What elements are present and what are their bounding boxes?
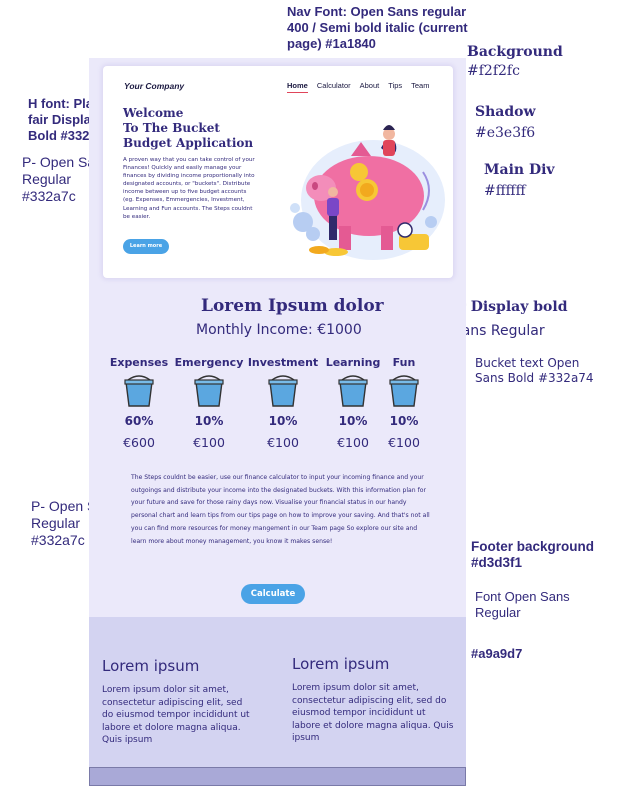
annotation-line: Footer background	[471, 539, 595, 554]
annotation-line: Bucket text Open	[475, 356, 580, 370]
hero-title-line: Welcome	[123, 106, 184, 120]
bucket-amount: €100	[193, 435, 225, 450]
hero-text: A proven way that you can take control o…	[123, 157, 255, 220]
annotation-line: #e3e3f6	[475, 125, 536, 142]
shadow-annotation: Shadow #e3e3f6	[475, 104, 536, 142]
bucket-item: Fun 10% €100	[364, 356, 444, 450]
bucket-text-annotation: Bucket text Open Sans Bold #332a74	[475, 356, 594, 386]
calculate-button[interactable]: Calculate	[241, 584, 305, 604]
description-paragraph: The Steps couldnt be easier, use our fin…	[131, 474, 430, 545]
annotation-line: Shadow	[475, 104, 536, 120]
bucket-icon	[194, 375, 224, 407]
bucket-amount: €100	[267, 435, 299, 450]
main-div-annotation: Main Div #ffffff	[484, 162, 555, 200]
footer-column: Lorem ipsum Lorem ipsum dolor sit amet, …	[102, 657, 250, 747]
bucket-label: Expenses	[109, 356, 169, 369]
bucket-label: Emergency	[174, 356, 244, 369]
annotation-line: Sans Bold #332a74	[475, 371, 594, 385]
bucket-item: Emergency 10% €100	[169, 356, 249, 450]
footer-title: Lorem ipsum	[292, 655, 390, 673]
nav-tips[interactable]: Tips	[388, 81, 402, 93]
background-annotation: Background #f2f2fc	[467, 44, 563, 80]
footer-text: Lorem ipsum dolor sit amet, consectetur …	[102, 685, 250, 745]
bucket-amount: €100	[388, 435, 420, 450]
bucket-item: Investment 10% €100	[243, 356, 323, 450]
bucket-icon	[268, 375, 298, 407]
brand-logo[interactable]: Your Company	[124, 81, 184, 91]
nav-font-annotation: Nav Font: Open Sans regular 400 / Semi b…	[287, 4, 468, 52]
footer-title: Lorem ipsum	[102, 657, 200, 675]
bucket-percent: 60%	[124, 414, 154, 428]
hero-title-line: To The Bucket	[123, 121, 220, 135]
monthly-income: Monthly Income: €1000	[196, 322, 362, 338]
footer-bottom-color-annotation: #a9a9d7	[471, 646, 523, 661]
annotation-line: #d3d3f1	[471, 555, 523, 571]
nav-about[interactable]: About	[360, 81, 380, 93]
hero-card: Your Company Home Calculator About Tips …	[103, 66, 453, 278]
annotation-line: page) #1a1840	[287, 35, 376, 51]
footer: Lorem ipsum Lorem ipsum dolor sit amet, …	[89, 617, 466, 767]
summary-title: Lorem Ipsum dolor	[201, 296, 384, 316]
bucket-icon	[124, 375, 154, 407]
bucket-label: Fun	[392, 356, 416, 369]
annotation-line: Background	[467, 44, 563, 60]
bucket-icon	[389, 375, 419, 407]
footer-text: Lorem ipsum dolor sit amet, consectetur …	[292, 683, 454, 743]
bucket-percent: 10%	[194, 414, 224, 428]
annotation-line: Regular	[475, 604, 521, 620]
bucket-amount: €600	[123, 435, 155, 450]
nav-home[interactable]: Home	[287, 81, 308, 93]
nav-calculator[interactable]: Calculator	[317, 81, 351, 93]
bucket-label: Investment	[247, 356, 319, 369]
bucket-percent: 10%	[389, 414, 419, 428]
annotation-line: Nav Font: Open Sans regular	[287, 4, 467, 19]
annotation-line: Font Open Sans	[475, 589, 570, 604]
main-nav: Home Calculator About Tips Team	[287, 81, 429, 93]
hero-title-line: Budget Application	[123, 136, 254, 150]
hero-title: Welcome To The Bucket Budget Application	[123, 106, 263, 151]
annotation-line: #f2f2fc	[467, 63, 520, 80]
footer-column: Lorem ipsum Lorem ipsum dolor sit amet, …	[292, 655, 456, 745]
annotation-line: 400 / Semi bold italic (current	[287, 19, 468, 35]
footer-bottom-bar	[89, 767, 466, 786]
nav-team[interactable]: Team	[411, 81, 429, 93]
bucket-percent: 10%	[268, 414, 298, 428]
annotation-line: #ffffff	[484, 183, 526, 200]
piggy-bank-illustration	[290, 125, 445, 260]
footer-font-annotation: Font Open Sans Regular	[475, 589, 570, 621]
learn-more-button[interactable]: Learn more	[123, 239, 169, 254]
footer-bg-annotation: Footer background #d3d3f1	[471, 539, 594, 572]
annotation-line: Main Div	[484, 162, 555, 178]
bucket-item: Expenses 60% €600	[99, 356, 179, 450]
